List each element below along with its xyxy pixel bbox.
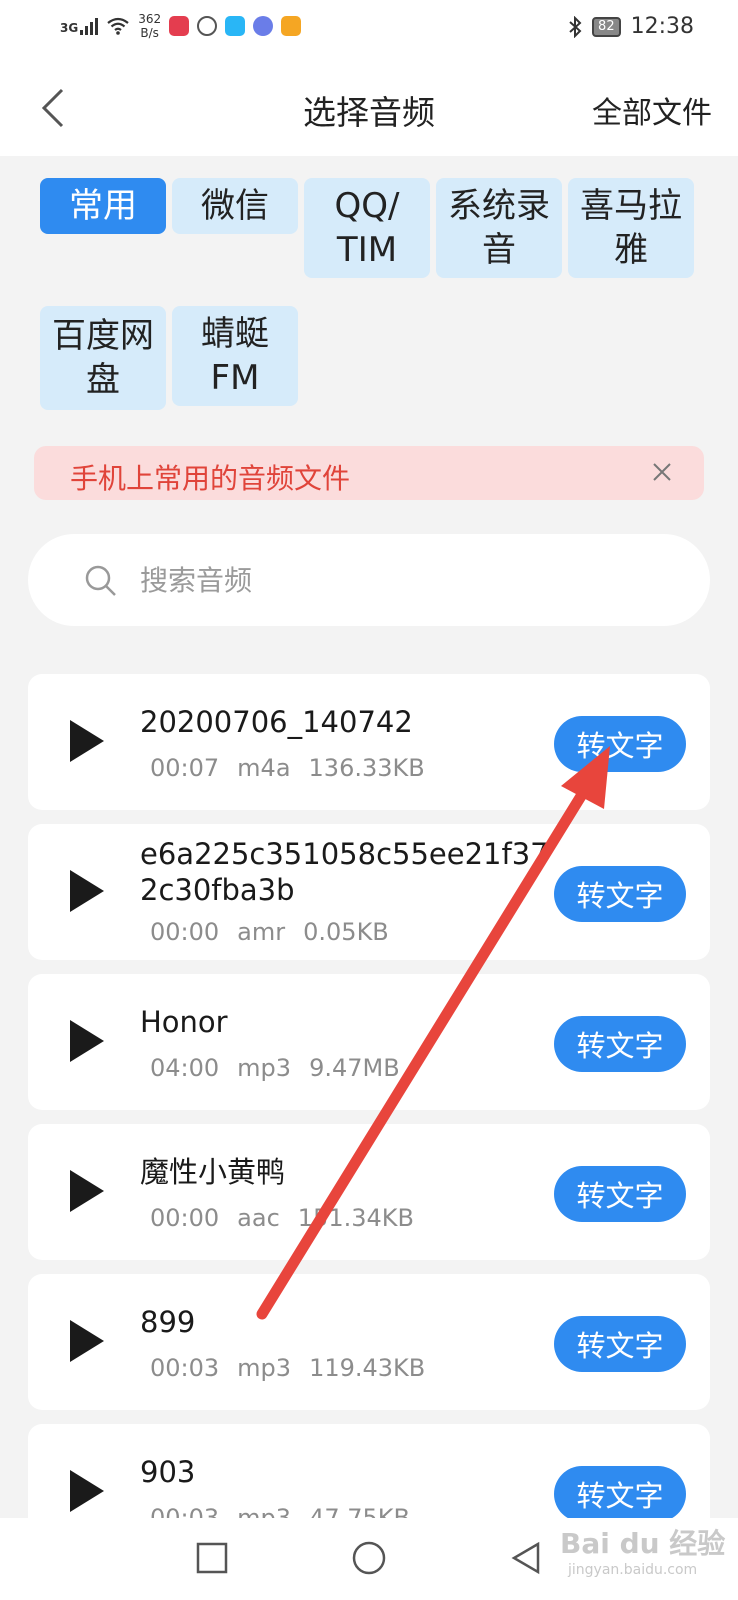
back-triangle-icon[interactable] xyxy=(506,1538,546,1578)
file-format: amr xyxy=(237,918,286,946)
list-item[interactable]: 魔性小黄鸭 00:00 aac 151.34KB 转文字 xyxy=(28,1124,710,1260)
file-duration: 00:00 xyxy=(150,918,220,946)
convert-to-text-button[interactable]: 转文字 xyxy=(554,1466,686,1522)
music-app-icon xyxy=(253,16,274,36)
file-size: 151.34KB xyxy=(297,1204,414,1232)
search-input[interactable] xyxy=(140,556,660,604)
tab-baidu-netdisk[interactable]: 百度网 盘 xyxy=(40,306,166,410)
battery-indicator: 82 xyxy=(592,16,621,37)
app-header: 选择音频 全部文件 xyxy=(0,56,738,156)
file-size: 136.33KB xyxy=(308,754,425,782)
file-name: 903 xyxy=(140,1455,196,1489)
convert-to-text-button[interactable]: 转文字 xyxy=(554,716,686,772)
convert-to-text-button[interactable]: 转文字 xyxy=(554,1316,686,1372)
file-format: mp3 xyxy=(237,1354,292,1382)
play-icon[interactable] xyxy=(70,870,104,912)
wifi-icon xyxy=(107,17,129,35)
file-duration: 00:07 xyxy=(150,754,220,782)
file-name: 20200706_140742 xyxy=(140,705,413,739)
file-name: 魔性小黄鸭 xyxy=(140,1155,286,1189)
bulb-app-icon xyxy=(225,16,246,36)
network-type: 3G xyxy=(60,21,79,35)
file-meta: 00:07 m4a 136.33KB xyxy=(150,754,425,782)
list-item[interactable]: 20200706_140742 00:07 m4a 136.33KB 转文字 xyxy=(28,674,710,810)
bluetooth-icon xyxy=(569,15,582,38)
file-format: m4a xyxy=(237,754,291,782)
tab-ximalaya[interactable]: 喜马拉 雅 xyxy=(568,178,694,278)
tab-wechat[interactable]: 微信 xyxy=(172,178,298,234)
baidu-watermark: Bai du 经验 jingyan.baidu.com xyxy=(560,1527,726,1578)
list-item[interactable]: 899 00:03 mp3 119.43KB 转文字 xyxy=(28,1274,710,1410)
file-format: mp3 xyxy=(237,1054,292,1082)
hint-banner: 手机上常用的音频文件 xyxy=(34,446,704,500)
file-meta: 04:00 mp3 9.47MB xyxy=(150,1054,400,1082)
status-bar: 3G 362 B/s 82 12:38 xyxy=(0,0,738,56)
home-circle-icon[interactable] xyxy=(349,1538,389,1578)
file-duration: 00:00 xyxy=(150,1204,220,1232)
play-icon[interactable] xyxy=(70,1470,104,1512)
recents-square-icon[interactable] xyxy=(192,1538,232,1578)
search-icon xyxy=(85,565,116,596)
video-app-icon xyxy=(281,16,302,36)
file-duration: 04:00 xyxy=(150,1054,220,1082)
all-files-link[interactable]: 全部文件 xyxy=(592,88,712,132)
red-app-icon xyxy=(169,16,190,36)
play-icon[interactable] xyxy=(70,1170,104,1212)
tab-system-recordings[interactable]: 系统录 音 xyxy=(436,178,562,278)
file-size: 119.43KB xyxy=(309,1354,426,1382)
file-duration: 00:03 xyxy=(150,1354,220,1382)
convert-to-text-button[interactable]: 转文字 xyxy=(554,1016,686,1072)
file-size: 9.47MB xyxy=(309,1054,400,1082)
file-meta: 00:03 mp3 119.43KB xyxy=(150,1354,425,1382)
loading-ring-icon xyxy=(197,16,218,36)
file-meta: 00:00 aac 151.34KB xyxy=(150,1204,414,1232)
status-left: 3G 362 B/s xyxy=(60,12,302,40)
file-format: aac xyxy=(237,1204,280,1232)
convert-to-text-button[interactable]: 转文字 xyxy=(554,866,686,922)
file-name: Honor xyxy=(140,1005,228,1039)
play-icon[interactable] xyxy=(70,1320,104,1362)
tab-qq-tim[interactable]: QQ/ TIM xyxy=(304,178,430,278)
play-icon[interactable] xyxy=(70,1020,104,1062)
list-item[interactable]: Honor 04:00 mp3 9.47MB 转文字 xyxy=(28,974,710,1110)
convert-to-text-button[interactable]: 转文字 xyxy=(554,1166,686,1222)
hint-text: 手机上常用的音频文件 xyxy=(70,462,351,495)
file-name: 899 xyxy=(140,1305,196,1339)
file-size: 0.05KB xyxy=(303,918,389,946)
status-right: 82 12:38 xyxy=(568,14,694,39)
tab-common[interactable]: 常用 xyxy=(40,178,166,234)
cell-signal-icon: 3G xyxy=(60,17,99,35)
play-icon[interactable] xyxy=(70,720,104,762)
file-name: e6a225c351058c55ee21f372c30fba3b xyxy=(140,837,549,907)
network-speed: 362 B/s xyxy=(138,12,162,40)
clock: 12:38 xyxy=(630,14,694,39)
close-icon[interactable] xyxy=(650,460,674,484)
tab-qingting-fm[interactable]: 蜻蜓 FM xyxy=(172,306,298,406)
file-meta: 00:00 amr 0.05KB xyxy=(150,918,389,946)
search-bar xyxy=(28,534,710,626)
list-item[interactable]: e6a225c351058c55ee21f372c30fba3b 00:00 a… xyxy=(28,824,710,960)
